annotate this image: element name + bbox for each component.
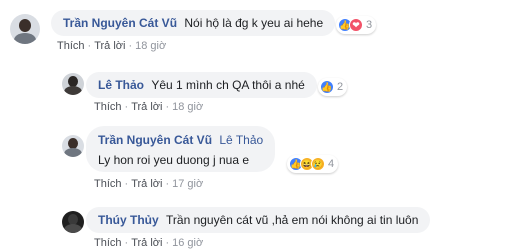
comment-actions: Thích · Trả lời · 16 giờ <box>94 237 204 249</box>
sad-icon: 😢 <box>311 157 325 171</box>
like-link[interactable]: Thích <box>94 101 122 113</box>
reply-link[interactable]: Trả lời <box>131 178 162 190</box>
like-link[interactable]: Thích <box>94 178 122 190</box>
comment-author[interactable]: Lê Thảo <box>98 78 144 92</box>
reply-link[interactable]: Trả lời <box>94 40 125 52</box>
like-link[interactable]: Thích <box>57 40 85 52</box>
reply-link[interactable]: Trả lời <box>131 101 162 113</box>
comment-bubble: Lê Thảo Yêu 1 mình ch QA thôi a nhé <box>86 72 317 98</box>
comment-actions: Thích · Trả lời · 18 giờ <box>94 101 204 113</box>
comment-actions: Thích · Trả lời · 18 giờ <box>57 40 167 52</box>
reply-link[interactable]: Trả lời <box>131 237 162 249</box>
like-icon: 👍 <box>320 80 334 94</box>
reaction-summary[interactable]: 👍 😆 😢 4 <box>287 155 339 173</box>
avatar[interactable] <box>10 14 40 44</box>
comment-text: Nói hộ là đg k yeu ai hehe <box>184 16 324 30</box>
comment-text: Trần nguyên cát vũ ,hả em nói không ai t… <box>166 213 419 227</box>
reaction-summary[interactable]: 👍 2 <box>318 78 348 96</box>
comment-bubble: Thúy Thủy Trần nguyên cát vũ ,hả em nói … <box>86 207 431 233</box>
comment-time[interactable]: 16 giờ <box>172 237 203 249</box>
comment-text: Yêu 1 mình ch QA thôi a nhé <box>151 78 305 92</box>
avatar[interactable] <box>62 73 84 95</box>
avatar[interactable] <box>62 211 84 233</box>
comment-actions: Thích · Trả lời · 17 giờ <box>94 178 204 190</box>
mention-tag[interactable]: Lê Thảo <box>219 133 263 147</box>
comment-time[interactable]: 17 giờ <box>172 178 203 190</box>
comment-text: Ly hon roi yeu duong j nua e <box>98 153 250 167</box>
reaction-summary[interactable]: 👍 ❤ 3 <box>336 16 377 34</box>
like-link[interactable]: Thích <box>94 237 122 249</box>
comment-time[interactable]: 18 giờ <box>135 40 166 52</box>
love-icon: ❤ <box>349 18 363 32</box>
reaction-count: 2 <box>337 81 344 93</box>
comment-bubble: Trần Nguyên Cát Vũ Lê Thảo Ly hon roi ye… <box>86 126 276 172</box>
comment-author[interactable]: Trần Nguyên Cát Vũ <box>63 16 177 30</box>
comment-author[interactable]: Thúy Thủy <box>98 213 159 227</box>
comment-author[interactable]: Trần Nguyên Cát Vũ <box>98 133 212 147</box>
comment-bubble: Trần Nguyên Cát Vũ Nói hộ là đg k yeu ai… <box>51 10 336 36</box>
reaction-count: 4 <box>328 158 335 170</box>
reaction-count: 3 <box>366 19 373 31</box>
comment-time[interactable]: 18 giờ <box>172 101 203 113</box>
avatar[interactable] <box>62 135 84 157</box>
